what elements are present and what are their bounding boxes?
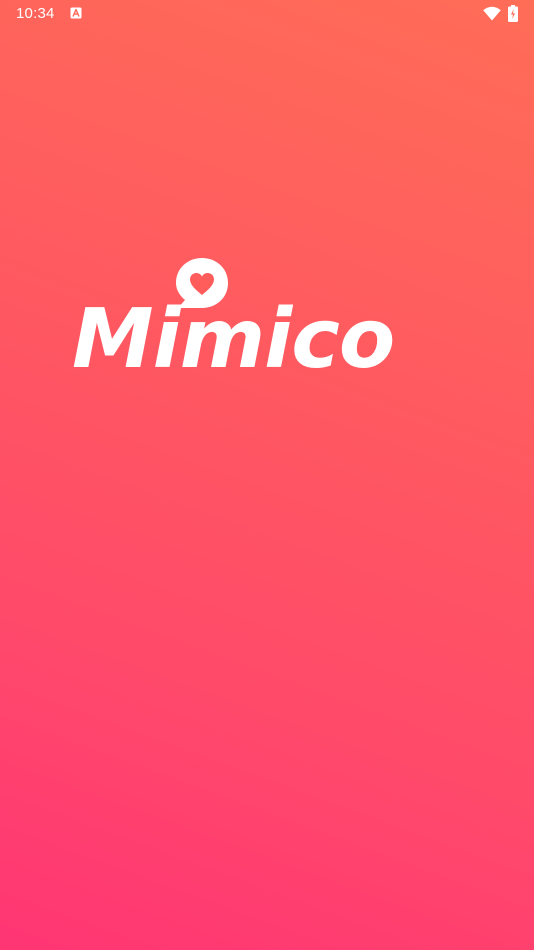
wifi-icon: [483, 6, 501, 21]
splash-logo: Mimico: [72, 256, 456, 382]
status-bar: 10:34: [0, 0, 534, 28]
app-name-logo: Mimico: [72, 292, 395, 387]
status-time: 10:34: [16, 5, 55, 22]
font-a-icon: [70, 7, 82, 19]
battery-charging-icon: [508, 5, 518, 22]
